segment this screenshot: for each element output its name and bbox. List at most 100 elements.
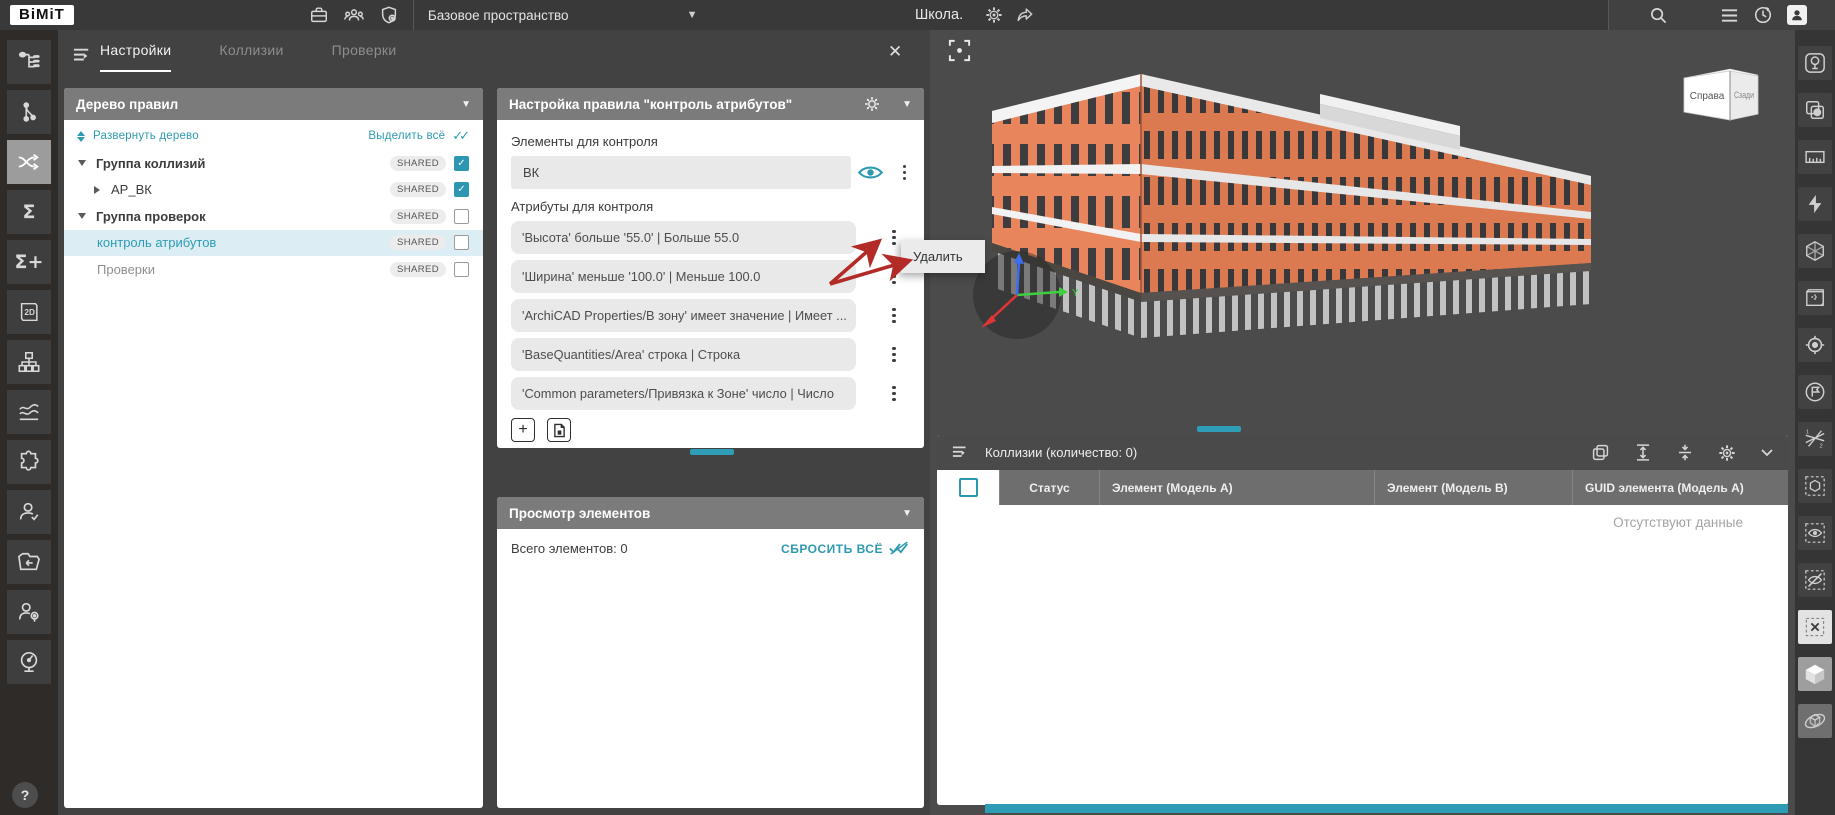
attribute-menu-button[interactable] (888, 226, 900, 250)
eye-icon[interactable] (851, 164, 890, 181)
elements-menu-button[interactable] (899, 161, 911, 185)
panel-resize-handle[interactable] (1197, 426, 1241, 432)
header-checkbox[interactable] (958, 478, 978, 497)
section-cube-icon[interactable] (1798, 234, 1832, 268)
user-location-icon[interactable] (7, 590, 51, 634)
navigation-cube[interactable]: Справа Сзади (1672, 60, 1772, 132)
caret-down-icon[interactable] (78, 213, 86, 220)
chevron-down-icon[interactable] (1760, 448, 1774, 458)
isolate-selection-icon[interactable] (1798, 469, 1832, 503)
branch-icon[interactable] (7, 90, 51, 134)
row-checkbox[interactable] (454, 182, 469, 198)
row-checkbox[interactable] (454, 235, 469, 251)
hide-selection-icon[interactable] (1798, 563, 1832, 597)
expand-tree-link[interactable]: Развернуть дерево (93, 130, 199, 142)
attribute-value[interactable]: 'BaseQuantities/Area' строка | Строка (511, 338, 856, 371)
copy-icon[interactable] (1591, 443, 1610, 462)
user-check-icon[interactable] (7, 490, 51, 534)
column-status[interactable]: Статус (1000, 470, 1100, 505)
tree-row-checks-group[interactable]: Группа проверок SHARED (64, 203, 483, 230)
orbit-view-icon[interactable] (1798, 704, 1832, 738)
search-icon[interactable] (1649, 6, 1668, 25)
sum-icon[interactable]: Σ (7, 190, 51, 234)
elements-preview-header[interactable]: Просмотр элементов ▼ (497, 497, 924, 529)
structure-icon[interactable] (7, 340, 51, 384)
ruler-icon[interactable] (1798, 140, 1832, 174)
help-button[interactable]: ? (12, 782, 38, 808)
panel-collapse-icon[interactable] (72, 47, 92, 64)
row-checkbox[interactable] (454, 261, 469, 277)
solid-view-icon[interactable] (1798, 657, 1832, 691)
attribute-menu-button[interactable] (888, 382, 900, 406)
chevron-down-icon[interactable]: ▼ (902, 508, 912, 519)
row-checkbox[interactable] (454, 208, 469, 224)
close-icon[interactable]: ✕ (888, 42, 902, 62)
viewport-focus-icon[interactable] (947, 38, 972, 63)
flash-icon[interactable] (1798, 187, 1832, 221)
column-element-b[interactable]: Элемент (Модель B) (1375, 470, 1573, 505)
flag-icon[interactable] (1798, 375, 1832, 409)
folder-import-icon[interactable] (7, 540, 51, 584)
elements-input[interactable]: ВК (511, 156, 852, 189)
team-icon[interactable] (343, 5, 365, 25)
workspace-caret-icon[interactable]: ▼ (687, 9, 698, 21)
attribute-menu-button[interactable] (888, 304, 900, 328)
rule-settings-header[interactable]: Настройка правила "контроль атрибутов" ▼ (497, 88, 924, 120)
context-menu-delete[interactable]: Удалить (913, 249, 963, 264)
column-guid-a[interactable]: GUID элемента (Модель А) (1573, 470, 1788, 505)
clash-rules-icon[interactable] (7, 140, 51, 184)
sum-plus-icon[interactable]: Σ+ (7, 240, 51, 284)
dashboard-icon[interactable] (7, 640, 51, 684)
tree-row-attribute-control[interactable]: контроль атрибутов SHARED (64, 229, 483, 256)
attribute-value[interactable]: 'Высота' больше '55.0' | Больше 55.0 (511, 221, 856, 254)
caret-right-icon[interactable] (94, 185, 100, 194)
tree-row-ar-vk[interactable]: АР_ВК SHARED (64, 177, 483, 204)
chevron-down-icon[interactable]: ▼ (902, 99, 912, 110)
attribute-value[interactable]: 'ArchiCAD Properties/В зону' имеет значе… (511, 299, 856, 332)
account-icon[interactable] (1787, 5, 1807, 25)
charts-icon[interactable] (7, 390, 51, 434)
collapse-rows-icon[interactable] (1676, 443, 1694, 462)
attribute-menu-button[interactable] (888, 265, 900, 289)
model-tree-icon[interactable] (7, 40, 51, 84)
tab-checks[interactable]: Проверки (332, 42, 397, 72)
shield-settings-icon[interactable] (379, 5, 399, 25)
list-icon[interactable] (1720, 7, 1739, 24)
gear-icon[interactable] (1718, 444, 1736, 462)
tree-row-checks[interactable]: Проверки SHARED (64, 256, 483, 283)
share-icon[interactable] (1015, 6, 1034, 24)
workspace-selector[interactable]: Базовое пространство (428, 8, 569, 23)
selection-shapes-icon[interactable] (1798, 93, 1832, 127)
2d-view-icon[interactable]: 2D (7, 290, 51, 334)
environment-tree-icon[interactable] (1798, 46, 1832, 80)
attribute-value[interactable]: 'Ширина' меньше '100.0' | Меньше 100.0 (511, 260, 856, 293)
plugins-icon[interactable] (7, 440, 51, 484)
briefcase-icon[interactable] (309, 5, 329, 25)
attribute-value[interactable]: 'Common parameters/Привязка к Зоне' числ… (511, 377, 856, 410)
column-element-a[interactable]: Элемент (Модель А) (1100, 470, 1375, 505)
row-checkbox[interactable] (454, 155, 469, 171)
tab-settings[interactable]: Настройки (100, 42, 172, 72)
tab-collisions[interactable]: Коллизии (219, 42, 283, 72)
show-selection-icon[interactable] (1798, 516, 1832, 550)
expand-rows-icon[interactable] (1634, 443, 1652, 462)
clear-selection-icon[interactable] (1798, 610, 1832, 644)
add-from-file-button[interactable] (547, 418, 571, 442)
select-all-link[interactable]: Выделить всё (368, 130, 445, 142)
add-attribute-button[interactable]: + (511, 418, 535, 442)
caret-down-icon[interactable] (78, 160, 86, 167)
sync-icon[interactable] (1753, 5, 1773, 25)
project-settings-gear-icon[interactable] (985, 6, 1003, 24)
panel-collapse-icon[interactable] (951, 445, 969, 460)
rules-tree-header[interactable]: Дерево правил ▼ (64, 88, 483, 120)
drawing-sheet-icon[interactable] (1798, 281, 1832, 315)
chevron-down-icon[interactable]: ▼ (461, 99, 471, 110)
section-lines-icon[interactable]: 12 (1798, 422, 1832, 456)
panel-resize-handle[interactable] (690, 449, 734, 455)
reset-all-link[interactable]: СБРОСИТЬ ВСЁ (781, 541, 910, 556)
gear-icon[interactable] (864, 96, 880, 112)
tree-row-collision-group[interactable]: Группа коллизий SHARED (64, 150, 483, 177)
target-icon[interactable] (1798, 328, 1832, 362)
select-all-checkbox-cell[interactable] (937, 470, 1000, 505)
attribute-menu-button[interactable] (888, 343, 900, 367)
